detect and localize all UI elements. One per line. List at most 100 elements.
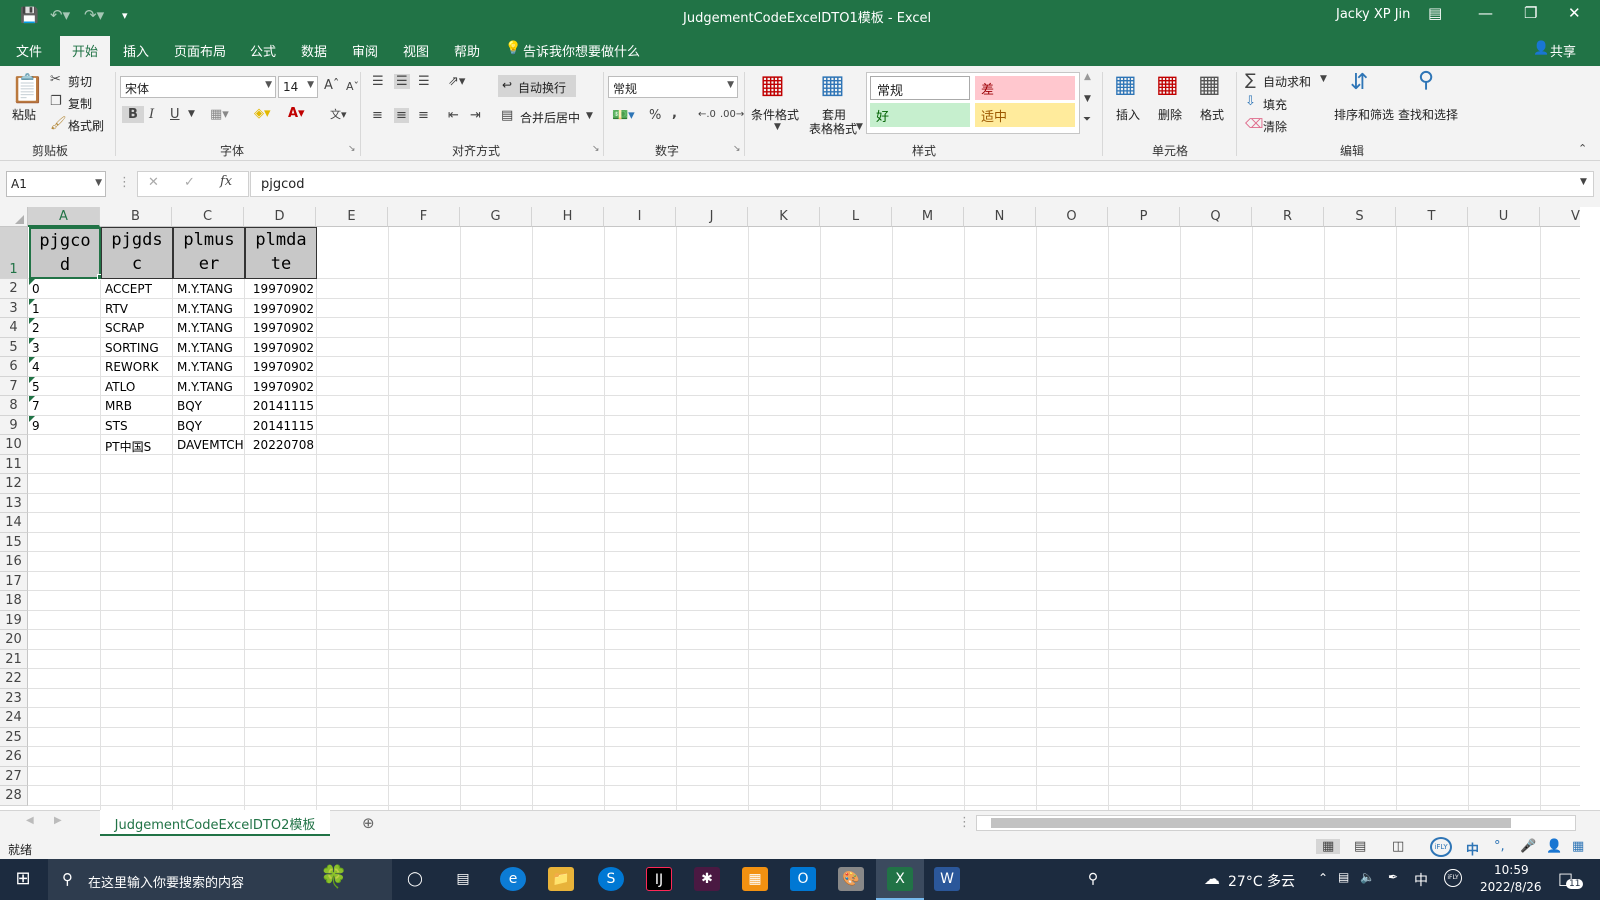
user-name[interactable]: Jacky XP Jin	[1336, 7, 1410, 22]
task-view-icon[interactable]: ▤	[450, 867, 476, 891]
collapse-ribbon-icon[interactable]: ⌃	[1578, 142, 1587, 155]
cell-d9[interactable]: 20141115	[245, 419, 314, 433]
column-header-h[interactable]: H	[532, 207, 604, 227]
row-header-27[interactable]: 27	[0, 766, 28, 786]
cell-a2[interactable]: 0	[32, 282, 100, 296]
format-painter-icon[interactable]: 🖌	[50, 116, 67, 131]
number-as-text-indicator[interactable]	[29, 376, 35, 383]
paint-icon[interactable]: 🎨	[838, 867, 864, 891]
row-header-26[interactable]: 26	[0, 747, 28, 767]
cell-c9[interactable]: BQY	[177, 419, 245, 433]
row-header-12[interactable]: 12	[0, 474, 28, 494]
find-select-icon[interactable]: ⚲	[1418, 68, 1434, 93]
gallery-down-icon[interactable]: ▼	[1084, 94, 1091, 104]
column-header-s[interactable]: S	[1324, 207, 1396, 227]
autosum-icon[interactable]: ∑	[1245, 70, 1256, 89]
number-as-text-indicator[interactable]	[29, 415, 35, 422]
row-header-19[interactable]: 19	[0, 610, 28, 630]
align-right-icon[interactable]: ≡	[418, 108, 429, 123]
undo-icon[interactable]: ↶▾	[50, 6, 70, 24]
delete-cells-button[interactable]: 删除	[1158, 106, 1182, 123]
restore-icon[interactable]: ❐	[1524, 4, 1537, 22]
row-header-24[interactable]: 24	[0, 708, 28, 728]
cell-b9[interactable]: STS	[105, 419, 173, 433]
vmware-icon[interactable]: ▦	[742, 867, 768, 891]
cell-b7[interactable]: ATLO	[105, 380, 173, 394]
increase-decimal-icon[interactable]: ←.0	[698, 109, 716, 120]
underline-dropdown-icon[interactable]: ▼	[188, 109, 195, 119]
format-painter-button[interactable]: 格式刷	[68, 117, 104, 134]
column-header-p[interactable]: P	[1108, 207, 1180, 227]
decrease-decimal-icon[interactable]: .00→	[720, 109, 744, 120]
comma-icon[interactable]: ,	[672, 106, 677, 121]
cell-b3[interactable]: RTV	[105, 302, 173, 316]
autosum-dropdown-icon[interactable]: ▼	[1320, 74, 1327, 84]
column-header-o[interactable]: O	[1036, 207, 1108, 227]
cell-b5[interactable]: SORTING	[105, 341, 173, 355]
font-name-combo[interactable]: 宋体 ▼	[120, 76, 276, 98]
row-header-3[interactable]: 3	[0, 298, 28, 318]
column-header-a[interactable]: A	[28, 207, 100, 227]
ime-chinese-icon[interactable]: 中	[1466, 839, 1479, 858]
cell-a5[interactable]: 3	[32, 341, 100, 355]
delete-cells-icon[interactable]: ▦	[1156, 70, 1179, 98]
minimize-icon[interactable]: —	[1478, 4, 1493, 22]
clock-date[interactable]: 2022/8/26	[1480, 880, 1542, 894]
gallery-up-icon[interactable]: ▲	[1084, 72, 1091, 82]
cell-b4[interactable]: SCRAP	[105, 321, 173, 335]
slack-icon[interactable]: ✱	[694, 867, 720, 891]
column-header-k[interactable]: K	[748, 207, 820, 227]
row-header-13[interactable]: 13	[0, 493, 28, 513]
alignment-launcher-icon[interactable]: ↘	[592, 144, 600, 154]
insert-cells-icon[interactable]: ▦	[1114, 70, 1137, 98]
copy-icon[interactable]: ❐	[50, 94, 62, 109]
cut-icon[interactable]: ✂	[50, 72, 61, 87]
fill-button[interactable]: 填充	[1263, 96, 1287, 113]
formula-input[interactable]: pjgcod	[250, 171, 1594, 197]
cell-c10[interactable]: DAVEMTCH	[177, 438, 245, 452]
windows-start-icon[interactable]: ⊞	[10, 867, 36, 891]
cell-a6[interactable]: 4	[32, 360, 100, 374]
column-header-v[interactable]: V	[1540, 207, 1580, 227]
align-center-icon[interactable]: ≡	[394, 108, 409, 123]
cell-c5[interactable]: M.Y.TANG	[177, 341, 245, 355]
number-as-text-indicator[interactable]	[29, 298, 35, 305]
merge-dropdown-icon[interactable]: ▼	[586, 111, 593, 121]
copy-button[interactable]: 复制	[68, 95, 92, 112]
column-header-j[interactable]: J	[676, 207, 748, 227]
next-sheet-icon[interactable]: ▶	[54, 815, 62, 826]
save-icon[interactable]: 💾	[20, 6, 39, 24]
select-all-corner[interactable]	[0, 207, 28, 227]
worksheet-grid[interactable]: ABCDEFGHIJKLMNOPQRSTUV 1 2 3 4 5 6 7 8 9 10 11 12 13…	[0, 207, 1580, 810]
tab-page-layout[interactable]: 页面布局	[174, 41, 226, 60]
cell-d4[interactable]: 19970902	[245, 321, 314, 335]
cell-c3[interactable]: M.Y.TANG	[177, 302, 245, 316]
outlook-icon[interactable]: O	[790, 867, 816, 891]
cell-d2[interactable]: 19970902	[245, 282, 314, 296]
cell-c6[interactable]: M.Y.TANG	[177, 360, 245, 374]
merge-center-button[interactable]: 合并后居中	[520, 109, 580, 126]
column-header-u[interactable]: U	[1468, 207, 1540, 227]
font-size-combo[interactable]: 14 ▼	[278, 76, 318, 98]
orientation-icon[interactable]: ⇗▾	[448, 74, 465, 89]
prev-sheet-icon[interactable]: ◀	[26, 815, 34, 826]
tab-file[interactable]: 文件	[16, 41, 42, 60]
row-header-9[interactable]: 9	[0, 415, 28, 435]
grid-menu-icon[interactable]: ▦	[1572, 839, 1584, 854]
style-normal[interactable]: 常规	[870, 76, 970, 100]
bold-icon[interactable]: B	[122, 106, 144, 123]
align-middle-icon[interactable]: ☰	[394, 74, 410, 89]
underline-icon[interactable]: U	[170, 107, 180, 122]
weather-text[interactable]: 27°C 多云	[1228, 871, 1295, 891]
cell-a1[interactable]: pjgco d	[29, 227, 101, 279]
decrease-indent-icon[interactable]: ⇤	[448, 108, 459, 123]
italic-icon[interactable]: I	[149, 107, 154, 122]
column-header-c[interactable]: C	[172, 207, 244, 227]
cell-d10[interactable]: 20220708	[245, 438, 314, 452]
tab-insert[interactable]: 插入	[123, 41, 149, 60]
volume-icon[interactable]: 🔈	[1360, 870, 1375, 884]
column-header-f[interactable]: F	[388, 207, 460, 227]
split-handle-icon[interactable]: ⋮	[958, 815, 971, 830]
cell-a3[interactable]: 1	[32, 302, 100, 316]
fill-icon[interactable]: ⇩	[1245, 94, 1256, 109]
